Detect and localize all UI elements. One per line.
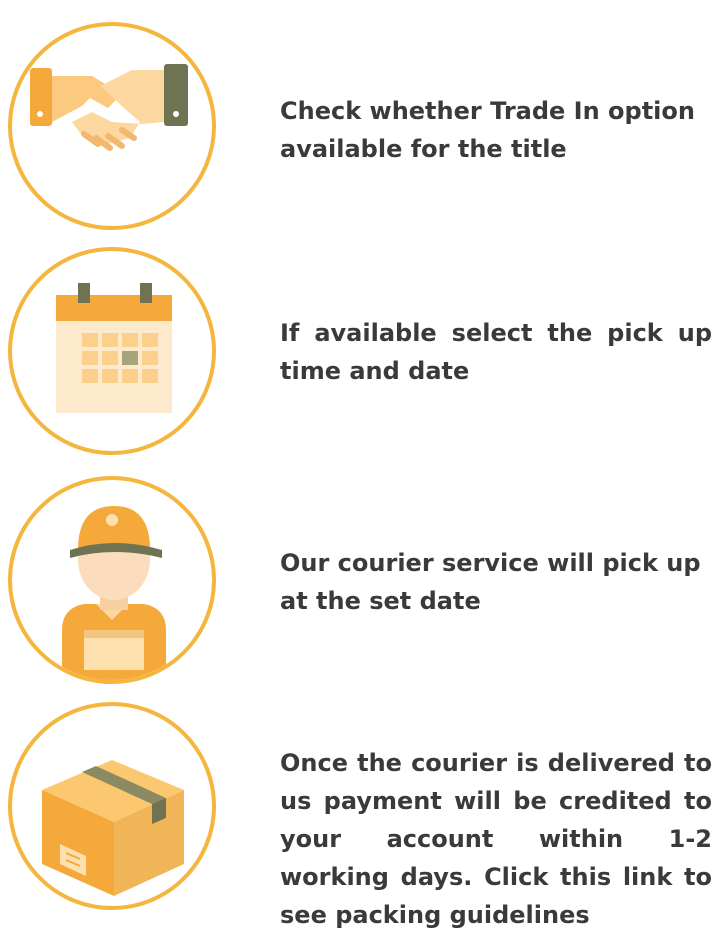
step-icon-circle — [8, 702, 216, 910]
step-text: Our courier service will pick up at the … — [280, 549, 701, 615]
calendar-icon — [56, 283, 172, 413]
courier-icon — [62, 506, 166, 680]
step-text: Check whether Trade In option available … — [280, 97, 695, 163]
step-icon-circle — [8, 476, 216, 684]
step-text: Once the courier is delivered to us paym… — [280, 749, 712, 929]
package-box-icon — [42, 760, 184, 896]
step-text: If available select the pick up time and… — [280, 319, 712, 385]
handshake-icon — [30, 64, 188, 151]
step-icon-circle — [8, 247, 216, 455]
step-icon-circle — [8, 22, 216, 230]
